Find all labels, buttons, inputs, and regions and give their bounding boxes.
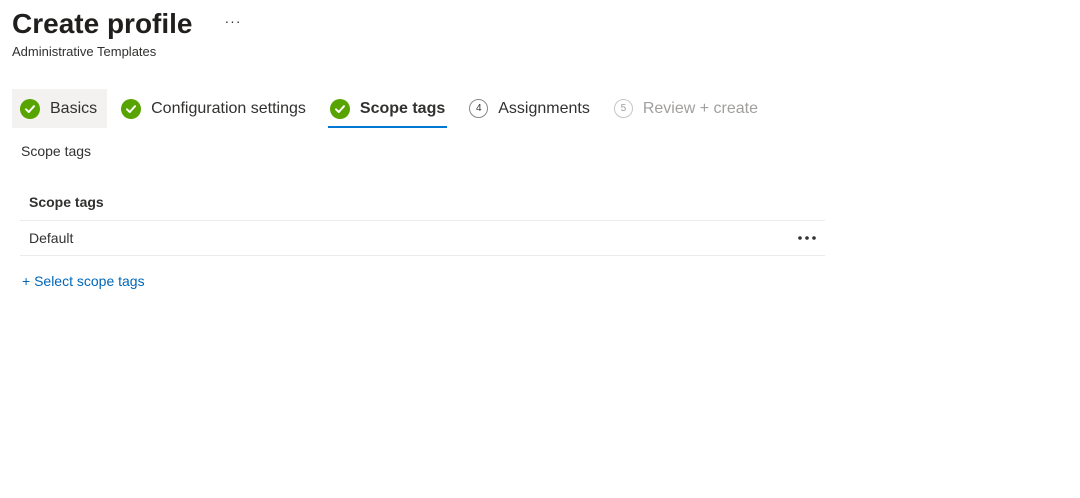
step-scope-tags[interactable]: Scope tags [322, 89, 455, 128]
step-review-create: 5 Review + create [606, 89, 768, 128]
step-label: Basics [50, 99, 98, 117]
step-assignments[interactable]: 4 Assignments [461, 89, 600, 128]
column-header: Scope tags [20, 183, 825, 221]
more-horizontal-icon [798, 236, 816, 240]
step-label: Scope tags [359, 99, 446, 117]
step-number-badge: 4 [469, 99, 489, 118]
page-subtitle: Administrative Templates [12, 44, 157, 59]
section-label: Scope tags [21, 143, 92, 159]
step-label: Assignments [498, 99, 590, 117]
checkmark-icon [329, 98, 350, 119]
row-more-options-button[interactable] [793, 226, 821, 250]
step-label: Configuration settings [151, 99, 306, 117]
checkmark-icon [121, 98, 142, 119]
page-title: Create profile [12, 8, 193, 39]
table-row: Default [20, 221, 825, 256]
step-basics[interactable]: Basics [12, 89, 108, 128]
checkmark-icon [20, 98, 40, 119]
wizard-steps: Basics Configuration settings Scope tags… [12, 89, 774, 129]
step-label: Review + create [642, 99, 759, 117]
scope-tag-name: Default [29, 230, 74, 246]
scope-tags-table: Scope tags Default [20, 183, 825, 256]
title-row: Create profile ··· [12, 6, 246, 42]
step-number-badge: 5 [613, 99, 633, 118]
step-configuration-settings[interactable]: Configuration settings [113, 89, 316, 128]
select-scope-tags-link[interactable]: + Select scope tags [22, 273, 145, 289]
more-options-button[interactable]: ··· [221, 11, 246, 31]
page-header: Create profile ··· Administrative Templa… [12, 6, 246, 59]
